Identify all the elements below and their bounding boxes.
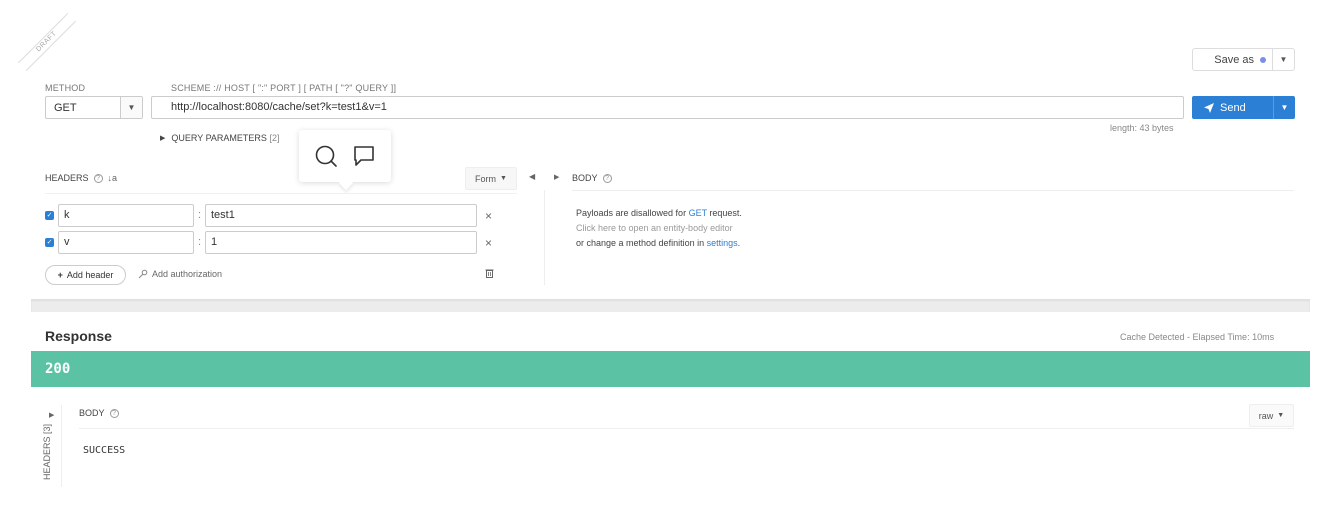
body-message-text: Payloads are disallowed for (576, 208, 689, 218)
section-divider (31, 299, 1310, 312)
body-section-title: BODY ? (572, 173, 612, 183)
help-icon[interactable]: ? (93, 173, 103, 183)
colon-separator: : (198, 209, 202, 221)
colon-separator: : (198, 236, 202, 248)
unsaved-dot-icon (1260, 56, 1266, 63)
header-enabled-checkbox[interactable]: ✓ (45, 238, 54, 247)
key-icon (138, 269, 148, 279)
caret-down-icon: ▼ (1279, 55, 1288, 64)
method-select[interactable]: GET ▼ (45, 96, 143, 119)
trash-icon[interactable] (485, 268, 494, 281)
send-button[interactable]: Send ▼ (1192, 96, 1295, 119)
divider (79, 428, 1294, 429)
caret-left-icon[interactable]: ◀ (529, 172, 535, 181)
divider (544, 190, 545, 285)
form-mode-label: Form (475, 173, 497, 184)
send-dropdown[interactable]: ▼ (1273, 96, 1295, 119)
caret-right-icon[interactable]: ▶ (49, 411, 54, 419)
add-header-button[interactable]: + Add header (45, 265, 126, 285)
headers-section-title: HEADERS ? ↓a (45, 173, 117, 183)
header-value-input[interactable]: test1 (205, 204, 477, 227)
response-format-select[interactable]: raw ▼ (1249, 404, 1294, 427)
divider (45, 193, 517, 194)
body-message-text: or change a method definition in (576, 238, 707, 248)
query-parameters-label: QUERY PARAMETERS (171, 133, 267, 143)
remove-header-icon[interactable]: × (485, 236, 492, 250)
divider (61, 405, 62, 487)
draft-ribbon: DRAFT (18, 13, 76, 71)
help-icon[interactable]: ? (109, 408, 119, 418)
response-headers-tab[interactable]: HEADERS [3] (42, 424, 52, 480)
caret-down-icon: ▼ (1280, 103, 1289, 112)
response-body-text: SUCCESS (83, 445, 126, 456)
query-parameters-toggle[interactable]: ▶ QUERY PARAMETERS [2] (160, 133, 279, 143)
save-as-button[interactable]: Save as ▼ (1192, 48, 1295, 71)
header-key-input[interactable]: v (58, 231, 194, 254)
method-dropdown-toggle[interactable]: ▼ (120, 97, 142, 118)
response-body-section-title: BODY ? (79, 408, 119, 418)
caret-down-icon: ▼ (500, 175, 507, 182)
settings-link[interactable]: settings (707, 238, 738, 248)
help-icon[interactable]: ? (602, 173, 612, 183)
plus-icon: + (57, 270, 63, 280)
status-bar (31, 351, 1310, 387)
caret-right-icon: ▶ (160, 135, 166, 142)
paper-plane-icon (1204, 102, 1214, 113)
remove-header-icon[interactable]: × (485, 209, 492, 223)
method-highlight: GET (688, 208, 707, 218)
body-title: BODY (572, 173, 598, 183)
sort-icon[interactable]: ↓a (108, 173, 118, 183)
header-value-input[interactable]: 1 (205, 231, 477, 254)
caret-down-icon: ▼ (127, 103, 136, 112)
body-message-text: . (737, 238, 741, 248)
url-input[interactable]: http://localhost:8080/cache/set?k=test1&… (151, 96, 1184, 119)
comment-icon[interactable] (352, 144, 376, 168)
body-disabled-message: Payloads are disallowed for GET request.… (576, 206, 742, 251)
response-title: Response (45, 328, 112, 344)
caret-right-icon[interactable]: ▶ (554, 173, 559, 181)
url-format-label: SCHEME :// HOST [ ":" PORT ] [ PATH [ "?… (171, 83, 397, 93)
headers-title: HEADERS (45, 173, 89, 183)
add-authorization-label: Add authorization (152, 269, 223, 279)
response-format-label: raw (1258, 410, 1274, 421)
form-mode-select[interactable]: Form ▼ (465, 167, 517, 190)
response-body-title: BODY (79, 408, 105, 418)
method-value: GET (54, 101, 77, 114)
caret-down-icon: ▼ (1277, 412, 1285, 419)
status-code: 200 (45, 361, 71, 377)
divider (572, 190, 1294, 191)
url-length: length: 43 bytes (1110, 123, 1174, 133)
floating-toolbar (299, 130, 391, 182)
method-label: METHOD (45, 83, 86, 93)
save-as-dropdown[interactable]: ▼ (1272, 49, 1294, 70)
body-message-text: request. (706, 208, 742, 218)
query-parameters-count: [2] (269, 133, 280, 143)
save-as-label: Save as (1214, 53, 1254, 66)
send-label: Send (1220, 101, 1246, 114)
header-enabled-checkbox[interactable]: ✓ (45, 211, 54, 220)
cache-elapsed-info: Cache Detected - Elapsed Time: 10ms (1120, 332, 1275, 342)
search-icon[interactable] (314, 144, 338, 168)
add-header-label: Add header (66, 270, 114, 280)
open-entity-editor-link[interactable]: Click here to open an entity-body editor (576, 221, 742, 236)
header-key-input[interactable]: k (58, 204, 194, 227)
add-authorization-link[interactable]: Add authorization (138, 269, 222, 279)
